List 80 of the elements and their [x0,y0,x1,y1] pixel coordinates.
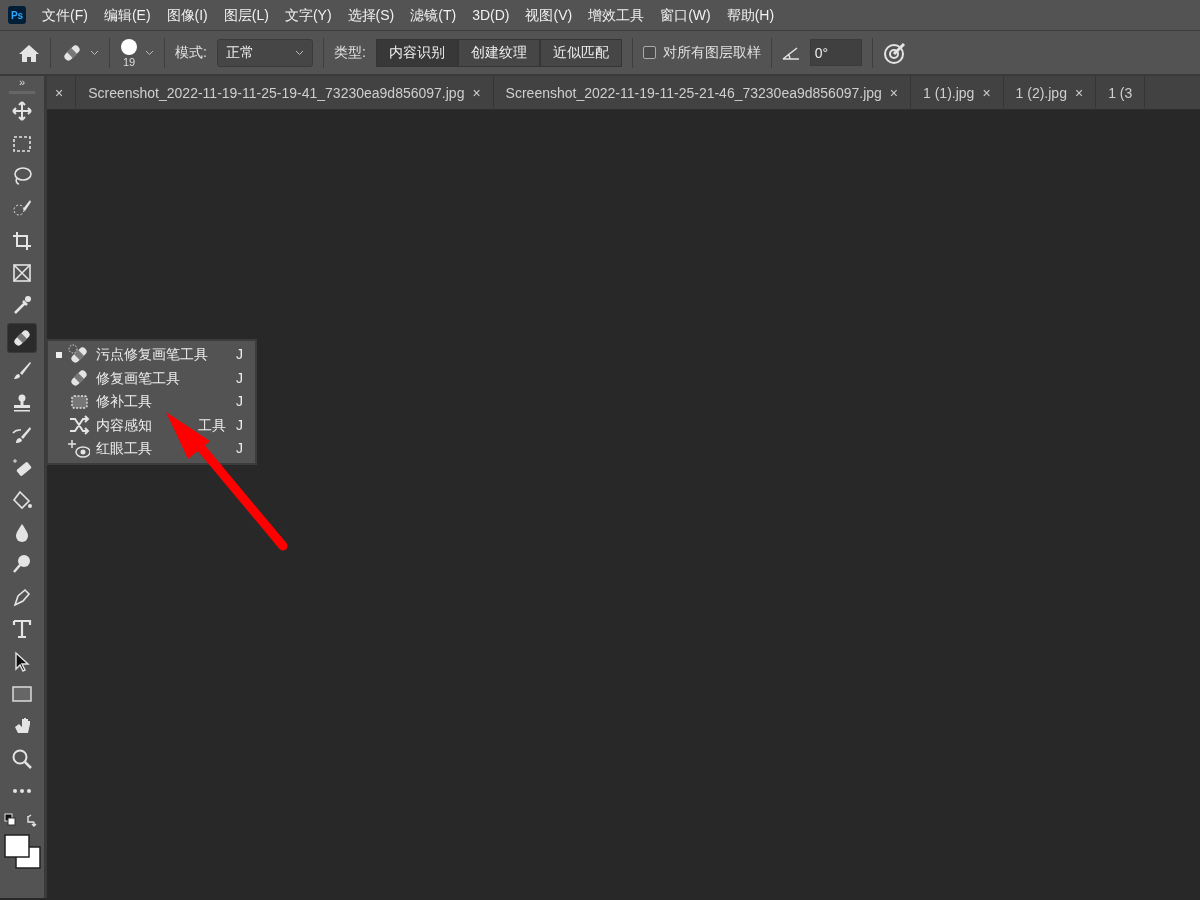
menu-item[interactable]: 窗口(W) [660,4,711,26]
angle-field[interactable]: 0° [809,39,862,66]
menu-item[interactable]: 修补工具 J [48,390,255,414]
menu-item[interactable]: 污点修复画笔工具 J [48,343,255,367]
crop-icon [11,229,33,252]
type-option-button[interactable]: 近似匹配 [539,38,622,67]
checkbox-label: 对所有图层取样 [662,43,761,62]
checkbox[interactable] [642,46,656,59]
eye-plus-icon [68,437,90,460]
brush-size-label: 19 [122,55,136,68]
tool-button[interactable] [7,322,37,353]
move-icon [11,100,33,123]
brush-picker[interactable]: 19 [120,37,154,68]
type-icon [11,618,33,641]
type-option-button[interactable]: 创建纹理 [457,38,540,67]
menu-item[interactable]: 内容感知 工具 J [48,413,255,437]
angle-icon [781,45,800,60]
document-tab[interactable]: Screenshot_2022-11-19-11-25-21-46_73230ea9d856097.jpg × [493,76,912,110]
close-icon[interactable]: × [889,82,899,104]
menu-item[interactable]: 选择(S) [347,4,395,26]
menu-item-label: 污点修复画笔工具 [96,345,208,365]
type-option-button[interactable]: 内容识别 [375,38,458,67]
mode-select[interactable]: 正常 [216,38,313,67]
tab-title: 1 (3 [1108,83,1133,103]
shortcut-label: J [236,439,243,459]
menu-item[interactable]: 帮助(H) [726,4,775,26]
brush-icon [11,359,33,382]
more-icon [13,789,31,794]
menu-item-label: 内容感知 [96,415,152,435]
tab-title: Screenshot_2022-11-19-11-25-21-46_73230ea9d856097.jpg [505,83,882,103]
menu-item[interactable]: 增效工具 [588,4,645,26]
lasso-icon [11,164,33,187]
crossed-arrows-icon [68,414,90,437]
tab-title: 1 (1).jpg [923,83,975,103]
zoom-icon [11,747,33,770]
shortcut-label: J [236,392,243,412]
paint-bucket-icon [11,488,33,511]
document-tab[interactable]: Screenshot_2022-11-19-11-25-19-41_73230ea9d856097.jpg × [76,76,494,110]
menu-item-label: 红眼工具 [96,439,152,459]
document-tab[interactable]: 1 (3 [1096,76,1146,110]
color-swatches-icon [2,833,42,870]
menu-item[interactable]: 3D(D) [472,4,510,26]
caret-icon [90,49,99,56]
document-tab[interactable]: × [47,76,77,110]
menu-item[interactable]: 文字(Y) [284,4,332,26]
menu-item-label: 工具 [198,415,227,435]
close-icon[interactable]: × [55,82,64,104]
caret-icon [294,49,304,56]
menu-item-label: 修补工具 [96,392,152,412]
shortcut-label: J [236,368,243,388]
target-pen-icon [882,40,907,65]
mode-label: 模式: [175,43,207,62]
tab-title: Screenshot_2022-11-19-11-25-19-41_73230ea9d856097.jpg [88,83,465,103]
menu-item[interactable]: 图像(I) [166,4,208,26]
frame-icon [11,262,33,285]
close-icon[interactable]: × [472,82,481,104]
type-label: 类型: [333,43,366,62]
menu-item[interactable]: 滤镜(T) [410,4,457,26]
caret-icon [145,49,154,56]
app-logo: Ps [8,6,26,24]
collapse-toggle[interactable]: » [18,76,26,90]
menu-item[interactable]: 修复画笔工具 J [48,366,255,390]
shortcut-label: J [236,415,243,435]
shortcut-label: J [236,345,243,365]
close-icon[interactable]: × [1074,82,1084,104]
menu-item[interactable]: 文件(F) [42,4,88,26]
eraser-icon [11,456,33,479]
document-tab[interactable]: 1 (1).jpg × [911,76,1004,110]
brush-tip-icon [120,37,138,56]
mode-value: 正常 [225,43,254,62]
menu-item[interactable]: 红眼工具 J [48,437,255,461]
menu-item[interactable]: 视图(V) [525,4,573,26]
document-tab[interactable]: 1 (2).jpg × [1003,76,1097,110]
home-icon [18,43,40,64]
close-icon[interactable]: × [982,82,991,104]
menu-item[interactable]: 图层(L) [223,4,269,26]
menu-item[interactable]: 编辑(E) [103,4,151,26]
menu-item-label: 修复画笔工具 [96,368,180,388]
tab-title: 1 (2).jpg [1015,83,1067,103]
pressure-button[interactable] [882,40,907,65]
